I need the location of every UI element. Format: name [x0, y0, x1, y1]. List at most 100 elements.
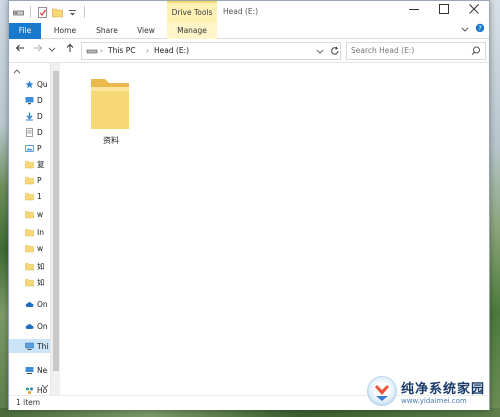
nav-item[interactable]: 如 [9, 275, 50, 289]
nav-item[interactable]: On [9, 319, 50, 333]
help-icon[interactable]: ? [475, 23, 485, 39]
file-explorer-window: Drive Tools Head (E:) File Home Share Vi… [8, 0, 490, 410]
nav-item[interactable]: Ne [9, 363, 50, 377]
folder-icon [25, 160, 34, 169]
nav-item-label: In [37, 227, 44, 237]
nav-item[interactable]: w [9, 207, 50, 221]
customize-qat-icon[interactable] [67, 7, 78, 18]
breadcrumb-this-pc[interactable]: This PC [108, 43, 135, 59]
qat-separator [84, 6, 85, 18]
desktop-wallpaper-right [490, 0, 500, 417]
nav-item[interactable]: 如 [9, 259, 50, 273]
expand-ribbon-icon[interactable] [461, 23, 469, 39]
refresh-icon[interactable] [330, 43, 340, 59]
quick-access-toolbar [13, 5, 87, 19]
item-count: 1 item [16, 398, 41, 407]
network-icon [25, 366, 34, 375]
recent-locations-icon[interactable] [47, 43, 57, 59]
scroll-up-arrow-icon[interactable] [13, 67, 21, 76]
nav-item-label: 如 [37, 261, 45, 271]
nav-item-label: P [37, 143, 42, 153]
drive-icon [13, 7, 24, 18]
folder-name: 资料 [103, 136, 119, 145]
folder-icon [25, 192, 34, 201]
nav-item[interactable]: 复 [9, 157, 50, 171]
new-folder-icon[interactable] [52, 7, 63, 18]
folder-icon [25, 176, 34, 185]
svg-text:?: ? [478, 25, 482, 33]
nav-item[interactable]: w [9, 241, 50, 255]
nav-item[interactable]: D [9, 93, 50, 107]
breadcrumb-head-e[interactable]: Head (E:) [154, 43, 189, 59]
maximize-button[interactable] [429, 1, 459, 23]
title-bar: Drive Tools Head (E:) [9, 1, 489, 23]
forward-arrow-icon[interactable] [31, 43, 45, 59]
scrollbar-thumb[interactable] [53, 71, 59, 371]
nav-item[interactable]: 1 [9, 189, 50, 203]
navigation-pane-scrollbar[interactable] [50, 63, 60, 395]
tab-manage[interactable]: Manage [167, 23, 217, 39]
desktop-icon [25, 96, 34, 105]
properties-icon[interactable] [37, 6, 48, 18]
breadcrumb-separator-icon: › [100, 46, 103, 55]
watermark-url: www.yidaimei.com [400, 396, 467, 405]
folder-icon [25, 262, 34, 271]
download-icon [25, 112, 34, 121]
back-arrow-icon[interactable] [13, 43, 27, 59]
nav-item-label: Ne [37, 365, 48, 375]
close-button[interactable] [459, 1, 489, 23]
breadcrumb-separator-icon: › [146, 46, 149, 55]
folder-item[interactable]: 资料 [83, 73, 139, 149]
nav-item[interactable]: D [9, 125, 50, 139]
nav-item-label: 复 [37, 159, 45, 169]
up-arrow-icon[interactable] [63, 43, 77, 59]
tab-file[interactable]: File [9, 23, 41, 39]
search-box[interactable]: Search Head (E:) [346, 42, 486, 60]
folder-icon [25, 210, 34, 219]
tab-view[interactable]: View [129, 23, 163, 39]
folder-icon [25, 278, 34, 287]
nav-item-label: 如 [37, 277, 45, 287]
nav-item[interactable]: P [9, 173, 50, 187]
qat-separator [30, 6, 31, 18]
nav-item[interactable]: P [9, 141, 50, 155]
status-bar: 1 item 纯净系统家园 www.yidaimei.com [9, 376, 489, 410]
nav-item[interactable]: D [9, 109, 50, 123]
nav-item-label: 1 [37, 191, 42, 201]
tab-home[interactable]: Home [47, 23, 83, 39]
nav-item-label: w [37, 209, 44, 219]
nav-item[interactable]: Qu [9, 77, 50, 91]
computer-icon [25, 342, 34, 351]
nav-item-label: D [37, 95, 43, 105]
search-icon[interactable] [471, 43, 481, 59]
nav-item[interactable]: In [9, 225, 50, 239]
drive-tools-context-label: Drive Tools [167, 1, 217, 23]
nav-item-label: D [37, 127, 43, 137]
nav-item-label: w [37, 243, 44, 253]
address-row: › This PC › Head (E:) Search Head (E:) [9, 39, 489, 63]
tab-share[interactable]: Share [89, 23, 125, 39]
search-input[interactable]: Search Head (E:) [351, 43, 414, 59]
nav-item-label: On [37, 299, 48, 309]
window-title: Head (E:) [223, 7, 259, 16]
folder-icon [25, 244, 34, 253]
drive-icon [86, 43, 98, 59]
cloud-icon [25, 300, 34, 309]
address-dropdown-icon[interactable] [316, 43, 324, 59]
picture-icon [25, 144, 34, 153]
site-watermark: 纯净系统家园 www.yidaimei.com [366, 376, 485, 406]
address-bar[interactable]: › This PC › Head (E:) [81, 42, 341, 60]
scroll-down-arrow-icon[interactable] [41, 383, 49, 392]
nav-item[interactable]: On [9, 297, 50, 311]
nav-item-label: Qu [37, 79, 48, 89]
homegroup-icon [25, 386, 34, 395]
nav-item[interactable]: Thi [9, 339, 50, 353]
cloud-icon [25, 322, 34, 331]
nav-item-label: On [37, 321, 48, 331]
minimize-button[interactable] [399, 1, 429, 23]
nav-item-label: P [37, 175, 42, 185]
folder-icon [89, 75, 131, 133]
ribbon-tabs: File Home Share View Manage ? [9, 23, 489, 39]
nav-item-label: Thi [37, 341, 49, 351]
file-list: 资料 [61, 63, 489, 395]
